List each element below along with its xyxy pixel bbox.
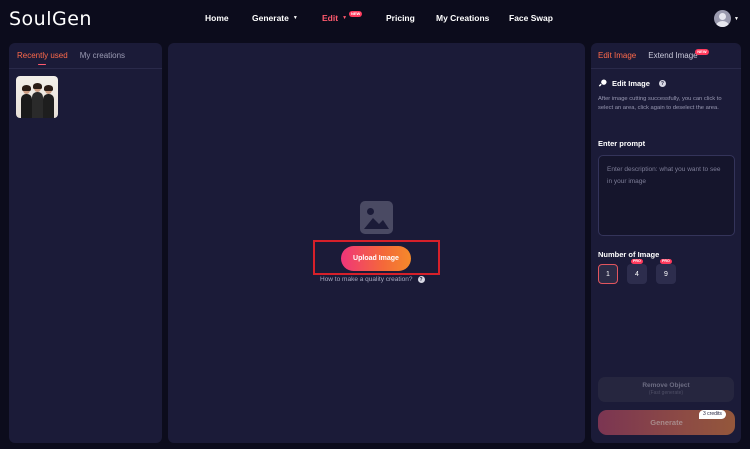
edit-panel: Edit Image Extend Image NEW Edit Image ?…: [591, 43, 741, 443]
history-tabs: Recently used My creations: [17, 51, 125, 65]
remove-object-button[interactable]: Remove Object (Fast generate): [598, 377, 734, 402]
credits-badge: 3 credits: [699, 410, 726, 419]
divider: [9, 68, 162, 69]
tab-extend-image-label: Extend Image: [648, 51, 698, 60]
tab-my-creations[interactable]: My creations: [80, 51, 125, 60]
count-option-9[interactable]: PRO 9: [656, 259, 676, 284]
nav-pricing[interactable]: Pricing: [386, 13, 415, 23]
tab-recently-used[interactable]: Recently used: [17, 51, 68, 65]
edit-image-heading: Edit Image: [612, 79, 650, 88]
nav-edit-label: Edit: [322, 13, 339, 23]
person-figure: [43, 85, 54, 118]
number-of-image-label: Number of Image: [598, 250, 660, 259]
count-option-label: 1: [606, 270, 610, 278]
person-figure: [32, 83, 43, 118]
brush-icon: [598, 79, 607, 87]
recent-image-thumbnail[interactable]: [16, 76, 58, 118]
count-option-label: 9: [664, 270, 668, 278]
image-count-selector: 1 PRO 4 PRO 9: [598, 259, 676, 284]
help-text: How to make a quality creation?: [320, 276, 413, 283]
chevron-down-icon: ▼: [734, 15, 739, 22]
nav-generate-label: Generate: [252, 13, 289, 23]
count-option-label: 4: [635, 270, 639, 278]
new-badge: NEW: [349, 11, 363, 17]
nav-generate[interactable]: Generate ▼: [252, 13, 298, 23]
chevron-down-icon: ▼: [292, 15, 298, 21]
edit-description: After image cutting successfully, you ca…: [598, 96, 722, 111]
prompt-label: Enter prompt: [598, 139, 646, 148]
upload-image-button[interactable]: Upload Image: [341, 246, 411, 271]
divider: [591, 68, 741, 69]
edit-tabs: Edit Image Extend Image NEW: [598, 49, 709, 60]
prompt-input[interactable]: Enter description: what you want to see …: [598, 155, 735, 236]
nav-my-creations[interactable]: My Creations: [436, 13, 489, 23]
main-nav: Home Generate ▼ Edit ▼ NEW Pricing My Crea…: [0, 0, 750, 38]
tab-extend-image[interactable]: Extend Image NEW: [648, 49, 709, 60]
canvas-area: Upload Image How to make a quality creat…: [168, 43, 585, 443]
nav-face-swap[interactable]: Face Swap: [509, 13, 553, 23]
image-placeholder-icon: [360, 201, 393, 234]
history-panel: Recently used My creations: [9, 43, 162, 443]
nav-home[interactable]: Home: [205, 13, 229, 23]
fast-generate-label: (Fast generate): [648, 390, 684, 396]
avatar: [714, 10, 731, 27]
count-option-4[interactable]: PRO 4: [627, 259, 647, 284]
remove-object-label: Remove Object: [642, 382, 690, 389]
count-option-1[interactable]: 1: [598, 264, 618, 284]
top-nav: SoulGen Home Generate ▼ Edit ▼ NEW Pricing…: [0, 0, 750, 38]
quality-help[interactable]: How to make a quality creation? ?: [320, 276, 425, 283]
user-menu[interactable]: ▼: [714, 10, 739, 27]
person-figure: [21, 85, 32, 118]
pro-badge: PRO: [631, 259, 643, 264]
new-badge: NEW: [695, 49, 709, 55]
question-icon[interactable]: ?: [658, 80, 666, 87]
edit-image-title: Edit Image ?: [598, 79, 666, 88]
nav-edit[interactable]: Edit ▼ NEW: [322, 11, 363, 23]
tab-edit-image[interactable]: Edit Image: [598, 51, 636, 60]
chevron-down-icon: ▼: [342, 15, 348, 21]
pro-badge: PRO: [660, 259, 672, 264]
question-icon: ?: [417, 276, 425, 283]
